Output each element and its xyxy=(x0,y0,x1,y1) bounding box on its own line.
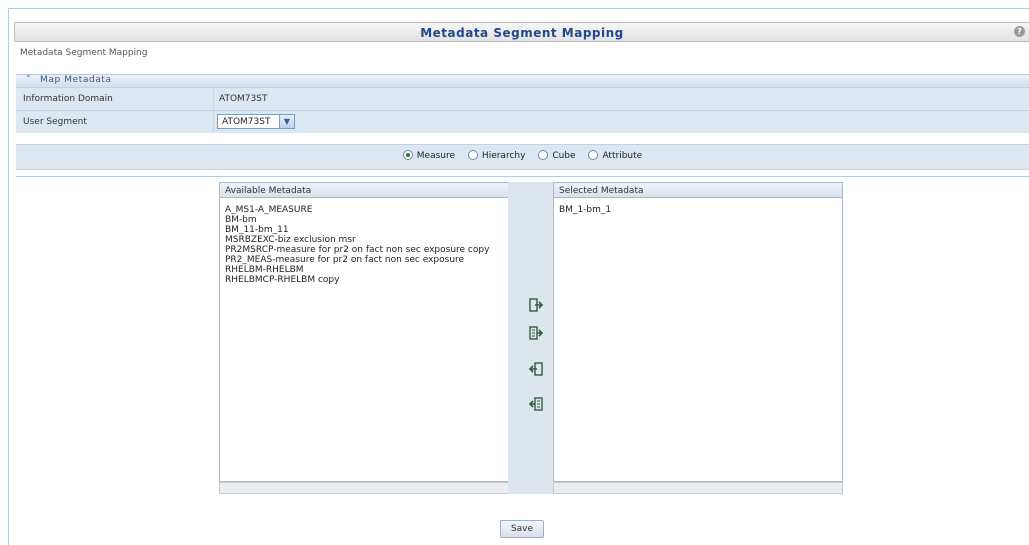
available-metadata-list[interactable]: A_MS1-A_MEASURE BM-bm BM_11-bm_11 MSRBZEXC-… xyxy=(219,197,509,482)
radio-measure[interactable]: Measure xyxy=(402,150,456,161)
radio-button-icon[interactable] xyxy=(538,150,549,160)
available-metadata-header: Available Metadata xyxy=(219,182,509,198)
available-metadata-title: Available Metadata xyxy=(225,186,312,196)
radio-attribute[interactable]: Attribute xyxy=(588,150,642,161)
move-all-left-icon[interactable] xyxy=(528,396,544,412)
information-domain-row: Information Domain ATOM73ST xyxy=(16,87,1029,110)
list-item[interactable]: A_MS1-A_MEASURE xyxy=(220,205,508,215)
radio-measure-label: Measure xyxy=(416,151,456,161)
move-all-right-icon[interactable] xyxy=(528,325,544,341)
list-item[interactable]: PR2_MEAS-measure for pr2 on fact non sec… xyxy=(220,255,508,265)
row-divider xyxy=(213,111,214,133)
list-item[interactable]: BM_11-bm_11 xyxy=(220,225,508,235)
list-item[interactable]: PR2MSRCP-measure for pr2 on fact non sec… xyxy=(220,245,508,255)
radio-cube[interactable]: Cube xyxy=(538,150,576,161)
save-button[interactable]: Save xyxy=(500,520,544,538)
metadata-type-radio-group: Measure Hierarchy Cube Attribute xyxy=(16,150,1029,161)
selected-metadata-title: Selected Metadata xyxy=(559,186,644,196)
section-separator xyxy=(16,176,1029,177)
selected-list-footer xyxy=(553,482,843,494)
radio-button-icon[interactable] xyxy=(467,150,478,160)
metadata-type-row: Measure Hierarchy Cube Attribute xyxy=(16,144,1029,170)
list-item[interactable]: RHELBM-RHELBM xyxy=(220,265,508,275)
radio-hierarchy[interactable]: Hierarchy xyxy=(467,150,526,161)
radio-cube-label: Cube xyxy=(552,151,576,161)
user-segment-select[interactable]: ATOM73ST ▼ xyxy=(217,114,295,129)
selected-metadata-header: Selected Metadata xyxy=(553,182,843,198)
move-buttons-panel xyxy=(508,182,553,494)
selected-metadata-list[interactable]: BM_1-bm_1 xyxy=(553,197,843,482)
move-selected-right-icon[interactable] xyxy=(528,297,544,313)
help-icon[interactable]: ? xyxy=(1014,26,1025,37)
user-segment-row: User Segment ATOM73ST ▼ xyxy=(16,110,1029,133)
section-title: Map Metadata xyxy=(40,75,112,85)
move-selected-left-icon[interactable] xyxy=(528,361,544,377)
radio-button-icon[interactable] xyxy=(402,150,413,160)
list-item[interactable]: BM_1-bm_1 xyxy=(554,205,842,215)
list-item[interactable]: MSRBZEXC-biz exclusion msr xyxy=(220,235,508,245)
title-bar: Metadata Segment Mapping ? xyxy=(14,22,1029,42)
user-segment-label: User Segment xyxy=(23,117,87,127)
information-domain-value: ATOM73ST xyxy=(219,94,268,104)
user-segment-selected-value: ATOM73ST xyxy=(222,117,271,127)
page-title: Metadata Segment Mapping xyxy=(420,26,624,40)
row-divider xyxy=(213,88,214,110)
list-item[interactable]: RHELBMCP-RHELBM copy xyxy=(220,275,508,285)
list-item[interactable]: BM-bm xyxy=(220,215,508,225)
radio-button-icon[interactable] xyxy=(588,150,599,160)
chevron-down-icon[interactable]: ▼ xyxy=(279,115,294,128)
collapse-chevron-icon[interactable]: ˄ xyxy=(26,75,31,85)
radio-attribute-label: Attribute xyxy=(602,151,643,161)
available-list-footer xyxy=(219,482,509,494)
information-domain-label: Information Domain xyxy=(23,94,113,104)
map-metadata-section-header[interactable]: ˄ Map Metadata xyxy=(16,74,1029,87)
radio-hierarchy-label: Hierarchy xyxy=(481,151,526,161)
breadcrumb: Metadata Segment Mapping xyxy=(20,48,148,58)
